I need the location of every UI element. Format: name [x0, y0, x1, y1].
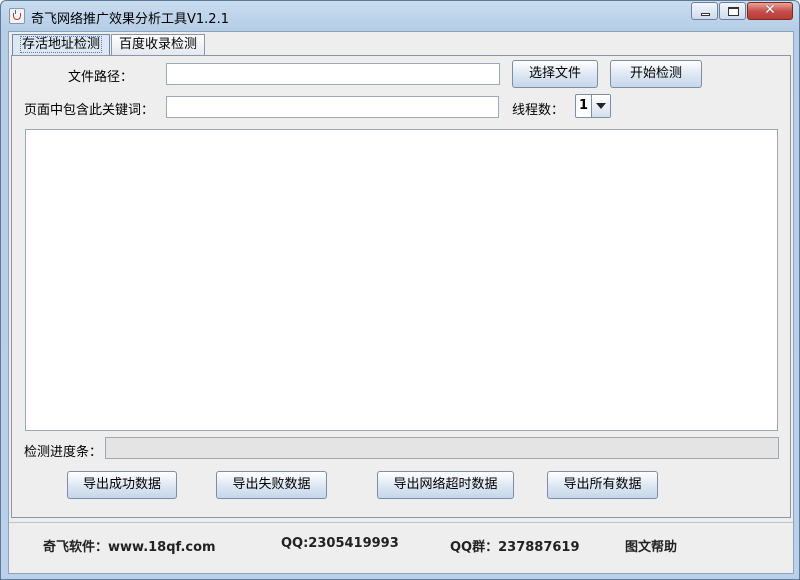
progress-label: 检测进度条：: [24, 445, 103, 460]
window-title: 奇飞网络推广效果分析工具V1.2.1: [31, 12, 229, 27]
keyword-input[interactable]: [166, 96, 499, 118]
start-check-button[interactable]: 开始检测: [610, 60, 702, 88]
maximize-button[interactable]: [719, 2, 746, 20]
tab-strip: 存活地址检测 百度收录检测: [12, 34, 206, 56]
close-icon: ✕: [764, 2, 776, 18]
footer-site-link[interactable]: 奇飞软件：www.18qf.com: [43, 536, 216, 555]
file-path-input[interactable]: [166, 63, 500, 85]
tab-label: 存活地址检测: [20, 36, 103, 53]
export-failed-button[interactable]: 导出失败数据: [216, 471, 327, 499]
help-link[interactable]: 图文帮助: [625, 536, 677, 555]
select-file-button[interactable]: 选择文件: [512, 60, 598, 88]
footer-qq-group: QQ群：237887619: [450, 540, 580, 555]
footer-qq: QQ:2305419993: [281, 536, 399, 551]
export-all-button[interactable]: 导出所有数据: [547, 471, 658, 499]
check-progress-bar: [105, 437, 779, 459]
tab-baidu-index-check[interactable]: 百度收录检测: [111, 34, 206, 55]
tab-label: 百度收录检测: [119, 37, 198, 52]
minimize-icon: [701, 13, 710, 16]
app-window: 奇飞网络推广效果分析工具V1.2.1 ✕ 存活地址检测 百度收录检测 文件路径：: [0, 0, 800, 580]
tab-panel-alive-check: 文件路径： 选择文件 开始检测 页面中包含此关键词： 线程数： 1 检测进度条：…: [11, 55, 791, 518]
maximize-icon: [728, 7, 739, 16]
threads-value: 1: [579, 98, 589, 113]
tab-alive-address-check[interactable]: 存活地址检测: [12, 34, 111, 56]
minimize-button[interactable]: [691, 2, 718, 20]
footer-divider: [9, 522, 793, 523]
chevron-down-icon[interactable]: [591, 95, 610, 117]
threads-label: 线程数：: [512, 103, 565, 118]
file-path-label: 文件路径：: [68, 70, 134, 85]
client-area: 存活地址检测 百度收录检测 文件路径： 选择文件 开始检测 页面中包含此关键词：…: [8, 31, 794, 574]
export-success-button[interactable]: 导出成功数据: [67, 471, 177, 499]
keyword-label: 页面中包含此关键词：: [24, 103, 155, 118]
export-timeout-button[interactable]: 导出网络超时数据: [377, 471, 514, 499]
java-app-icon: [9, 8, 25, 24]
close-button[interactable]: ✕: [747, 2, 793, 20]
title-bar[interactable]: 奇飞网络推广效果分析工具V1.2.1 ✕: [1, 1, 799, 31]
threads-select[interactable]: 1: [575, 94, 611, 118]
result-log-area[interactable]: [25, 129, 778, 431]
window-controls: ✕: [691, 2, 793, 20]
